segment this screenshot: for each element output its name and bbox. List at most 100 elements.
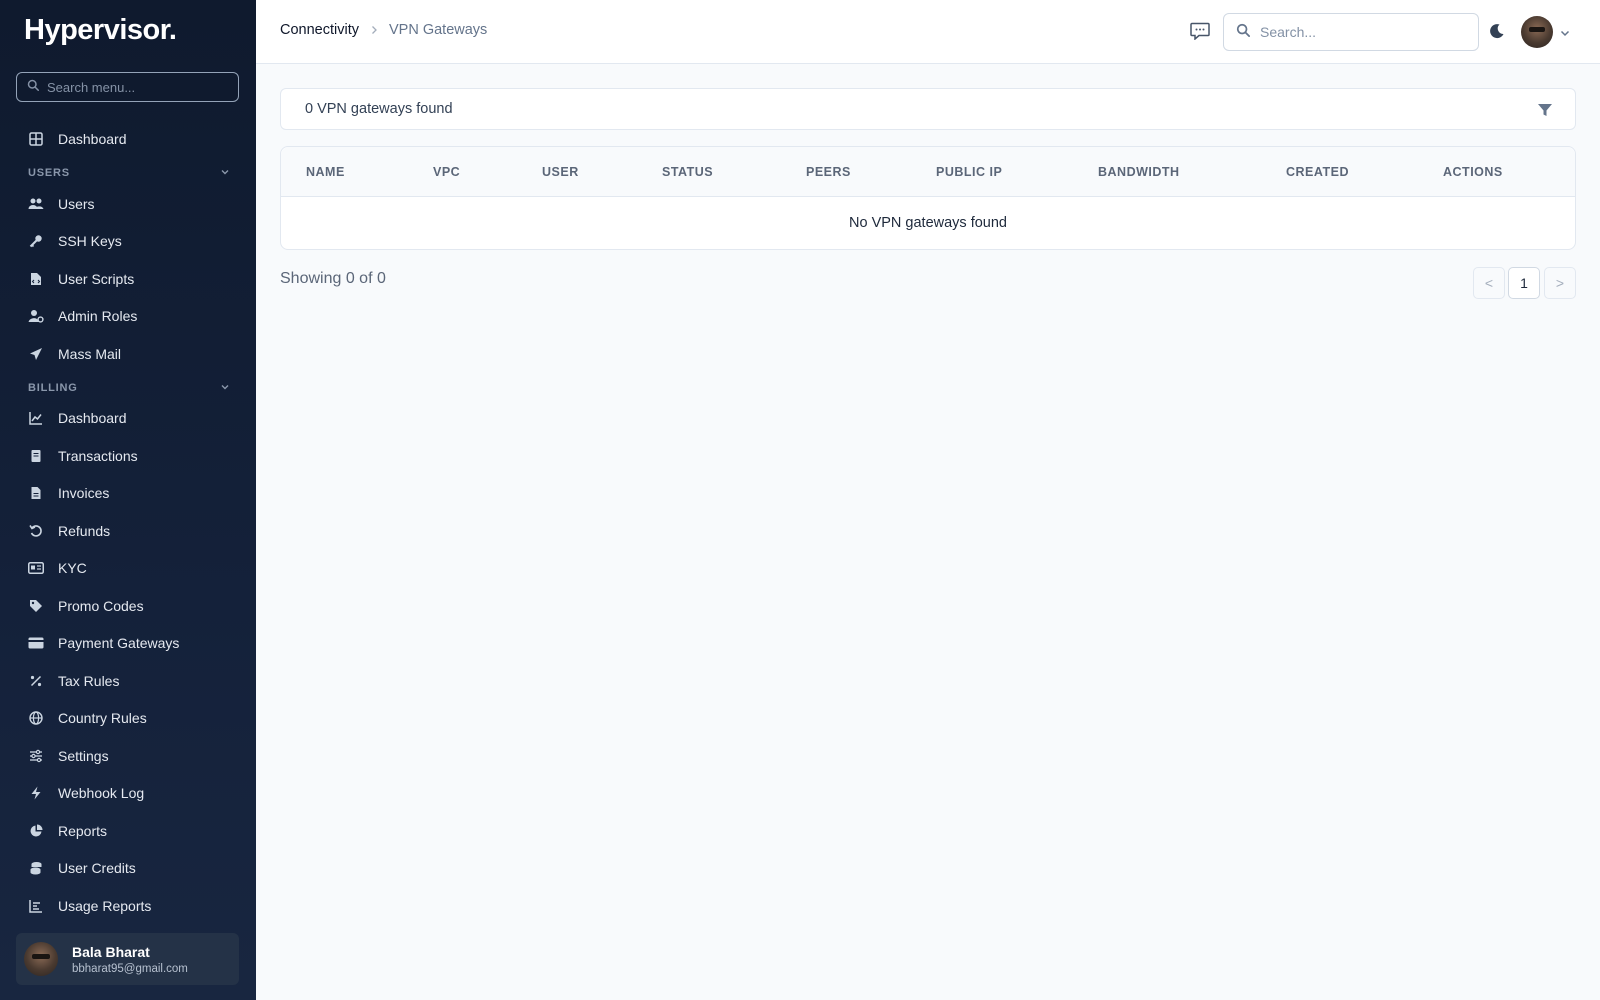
avatar[interactable]	[1521, 16, 1553, 48]
user-email: bbharat95@gmail.com	[72, 962, 188, 975]
percent-icon	[28, 673, 44, 689]
section-label: BILLING	[28, 382, 78, 394]
column-header-name[interactable]: NAME	[306, 165, 345, 179]
sidebar-item-country-rules[interactable]: Country Rules	[28, 704, 238, 732]
bolt-icon	[28, 785, 44, 801]
sidebar-item-label: Mass Mail	[58, 346, 122, 362]
pagination-next-button[interactable]: >	[1544, 267, 1576, 299]
key-icon	[28, 233, 44, 249]
sliders-icon	[28, 748, 44, 764]
sidebar-item-label: Admin Roles	[58, 308, 138, 324]
table-header: NAME VPC USER STATUS PEERS PUBLIC IP BAN…	[281, 147, 1575, 197]
line-chart-icon	[28, 410, 44, 426]
file-code-icon	[28, 271, 44, 287]
results-bar: 0 VPN gateways found	[280, 88, 1576, 130]
chevron-right-icon	[369, 25, 379, 35]
sidebar-item-payment-gateways[interactable]: Payment Gateways	[28, 629, 238, 657]
filter-icon[interactable]	[1537, 102, 1553, 118]
sidebar-item-invoices[interactable]: Invoices	[28, 479, 238, 507]
column-header-bandwidth[interactable]: BANDWIDTH	[1098, 165, 1180, 179]
sidebar-item-label: Webhook Log	[58, 785, 145, 801]
sidebar-item-label: Users	[58, 196, 95, 212]
grid-icon	[28, 131, 44, 147]
chevron-down-icon	[220, 164, 230, 182]
user-cog-icon	[28, 308, 44, 324]
moon-icon[interactable]	[1489, 23, 1507, 41]
sidebar-item-label: User Credits	[58, 860, 136, 876]
result-count: 0 VPN gateways found	[305, 101, 453, 117]
tag-icon	[28, 598, 44, 614]
vpn-gateways-table: NAME VPC USER STATUS PEERS PUBLIC IP BAN…	[280, 146, 1576, 250]
sidebar-search-input[interactable]	[47, 79, 227, 95]
sidebar-item-label: User Scripts	[58, 271, 135, 287]
pie-chart-icon	[28, 823, 44, 839]
chat-icon[interactable]	[1190, 22, 1212, 42]
sidebar-item-label: Promo Codes	[58, 598, 144, 614]
sidebar-item-user-scripts[interactable]: User Scripts	[28, 265, 238, 293]
sidebar-item-label: Transactions	[58, 448, 138, 464]
sidebar-item-label: Dashboard	[58, 131, 127, 147]
breadcrumb-connectivity[interactable]: Connectivity	[280, 22, 359, 38]
breadcrumb: Connectivity VPN Gateways	[280, 22, 487, 38]
column-header-created[interactable]: CREATED	[1286, 165, 1349, 179]
sidebar-item-billing-dashboard[interactable]: Dashboard	[28, 404, 238, 432]
column-header-actions: ACTIONS	[1443, 165, 1503, 179]
column-header-status[interactable]: STATUS	[662, 165, 713, 179]
file-icon	[28, 485, 44, 501]
sidebar-item-promo-codes[interactable]: Promo Codes	[28, 592, 238, 620]
sidebar-item-settings[interactable]: Settings	[28, 742, 238, 770]
sidebar-item-label: Country Rules	[58, 710, 147, 726]
showing-count: Showing 0 of 0	[280, 270, 386, 287]
global-search[interactable]	[1223, 13, 1479, 51]
user-profile-card[interactable]: Bala Bharat bbharat95@gmail.com	[16, 933, 239, 985]
coins-icon	[28, 860, 44, 876]
sidebar-item-label: Usage Reports	[58, 898, 152, 914]
bar-chart-icon	[28, 898, 44, 914]
empty-state-message: No VPN gateways found	[849, 215, 1007, 231]
search-icon	[1236, 23, 1250, 42]
sidebar-item-ssh-keys[interactable]: SSH Keys	[28, 227, 238, 255]
column-header-public-ip[interactable]: PUBLIC IP	[936, 165, 1002, 179]
sidebar-item-webhook-log[interactable]: Webhook Log	[28, 779, 238, 807]
global-search-input[interactable]	[1260, 24, 1460, 40]
sidebar: Hypervisor. Dashboard USERS Users SSH Ke…	[0, 0, 256, 1000]
user-name: Bala Bharat	[72, 943, 150, 960]
sidebar-item-usage-reports[interactable]: Usage Reports	[28, 892, 238, 920]
sidebar-item-label: Invoices	[58, 485, 110, 501]
sidebar-item-transactions[interactable]: Transactions	[28, 442, 238, 470]
sidebar-search[interactable]	[16, 72, 239, 102]
sidebar-item-label: Reports	[58, 823, 108, 839]
sidebar-item-label: SSH Keys	[58, 233, 122, 249]
receipt-icon	[28, 448, 44, 464]
column-header-peers[interactable]: PEERS	[806, 165, 851, 179]
sidebar-item-dashboard[interactable]: Dashboard	[28, 125, 238, 153]
column-header-user[interactable]: USER	[542, 165, 579, 179]
chevron-down-icon[interactable]	[1559, 26, 1571, 38]
pagination-page-1[interactable]: 1	[1508, 267, 1540, 299]
top-bar: Connectivity VPN Gateways	[256, 0, 1600, 64]
id-card-icon	[28, 560, 44, 576]
undo-icon	[28, 523, 44, 539]
sidebar-item-label: Refunds	[58, 523, 111, 539]
app-logo[interactable]: Hypervisor.	[24, 14, 177, 47]
sidebar-item-refunds[interactable]: Refunds	[28, 517, 238, 545]
avatar	[24, 942, 58, 976]
sidebar-item-label: Tax Rules	[58, 673, 120, 689]
section-users-toggle[interactable]: USERS	[28, 165, 230, 181]
sidebar-item-kyc[interactable]: KYC	[28, 554, 238, 582]
sidebar-item-mass-mail[interactable]: Mass Mail	[28, 340, 238, 368]
users-icon	[28, 196, 44, 212]
sidebar-item-admin-roles[interactable]: Admin Roles	[28, 302, 238, 330]
sidebar-item-label: Settings	[58, 748, 109, 764]
sidebar-item-user-credits[interactable]: User Credits	[28, 854, 238, 882]
chevron-down-icon	[220, 379, 230, 397]
globe-icon	[28, 710, 44, 726]
section-billing-toggle[interactable]: BILLING	[28, 380, 230, 396]
breadcrumb-current: VPN Gateways	[388, 22, 488, 38]
section-label: USERS	[28, 167, 70, 179]
sidebar-item-users[interactable]: Users	[28, 190, 238, 218]
sidebar-item-tax-rules[interactable]: Tax Rules	[28, 667, 238, 695]
sidebar-item-reports[interactable]: Reports	[28, 817, 238, 845]
pagination-prev-button[interactable]: <	[1473, 267, 1505, 299]
column-header-vpc[interactable]: VPC	[433, 165, 460, 179]
